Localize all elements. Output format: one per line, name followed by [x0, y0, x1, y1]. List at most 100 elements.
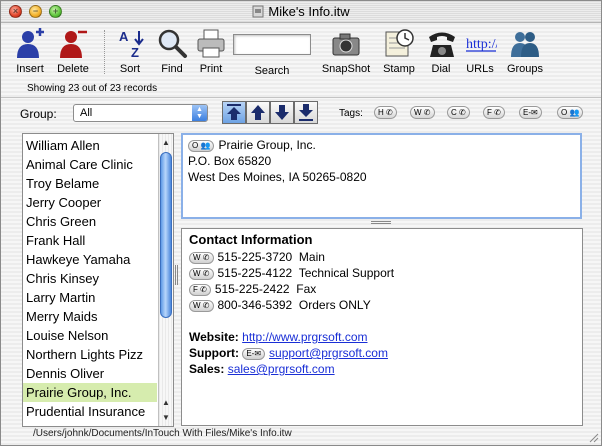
scroll-down-icon[interactable]: ▼ — [159, 411, 173, 425]
sales-row: Sales: sales@prgrsoft.com — [189, 361, 575, 377]
list-item[interactable]: Northern Lights Pizz — [23, 345, 157, 364]
phone-icon: ✆ — [386, 108, 393, 117]
list-item[interactable]: Hawkeye Yamaha — [23, 250, 157, 269]
snapshot-button[interactable]: SnapShot — [320, 28, 372, 75]
tag-home-button[interactable]: H ✆ — [374, 106, 397, 119]
list-item-selected[interactable]: Prairie Group, Inc. — [23, 383, 157, 402]
phone-icon: ✆ — [423, 108, 431, 117]
move-up-button[interactable] — [246, 101, 270, 124]
tag-email-button[interactable]: E-✉ — [519, 106, 542, 119]
group-select[interactable]: All ▲ ▼ — [73, 104, 208, 122]
toolbar-divider — [1, 97, 601, 98]
address-name-row: O 👥 Prairie Group, Inc. — [188, 137, 575, 153]
list-item[interactable]: Merry Maids — [23, 307, 157, 326]
list-item[interactable]: William Allen — [23, 136, 157, 155]
chip-label: W — [193, 253, 201, 262]
tag-fax-label: F — [487, 108, 492, 117]
phone-icon — [429, 32, 455, 57]
arrow-down-icon — [275, 105, 289, 120]
stamp-button[interactable]: Stamp — [381, 28, 417, 75]
list-item[interactable]: Larry Martin — [23, 288, 157, 307]
sales-email-link[interactable]: sales@prgrsoft.com — [228, 362, 335, 376]
scroll-up-icon[interactable]: ▲ — [159, 136, 173, 150]
phone-icon: ✆ — [459, 108, 466, 117]
scroll-up-icon[interactable]: ▲ — [159, 396, 173, 410]
phone-number: 515-225-2422 — [214, 282, 290, 296]
insert-button[interactable]: Insert — [13, 28, 47, 75]
phone-icon: ✆ — [202, 269, 210, 278]
sort-label: Sort — [119, 63, 141, 75]
contact-list[interactable]: William Allen Animal Care Clinic Troy Be… — [22, 133, 174, 427]
tag-home-label: H — [378, 108, 384, 117]
groups-button[interactable]: Groups — [504, 28, 546, 75]
add-person-icon — [17, 28, 44, 58]
phone-icon: ✆ — [200, 285, 207, 294]
work-phone-chip[interactable]: W ✆ — [189, 268, 214, 280]
support-label: Support: — [189, 346, 239, 360]
find-label: Find — [161, 63, 183, 75]
list-scroll-thumb[interactable] — [160, 152, 172, 318]
tag-cell-label: C — [451, 108, 457, 117]
website-link[interactable]: http://www.prgrsoft.com — [242, 330, 367, 344]
tag-work-button[interactable]: W ✆ — [410, 106, 435, 119]
tag-other-label: O — [561, 108, 568, 117]
list-item[interactable]: Chris Kinsey — [23, 269, 157, 288]
delete-button[interactable]: Delete — [55, 28, 91, 75]
address-name: Prairie Group, Inc. — [218, 138, 316, 152]
url-link-icon: http:// — [466, 37, 497, 52]
arrow-up-icon — [251, 105, 265, 120]
chip-label: W — [193, 301, 201, 310]
work-phone-chip[interactable]: W ✆ — [189, 300, 214, 312]
pane-splitter-vertical[interactable] — [174, 265, 180, 285]
other-tag-chip[interactable]: O 👥 — [188, 140, 215, 152]
phone-row: W ✆ 800-346-5392 Orders ONLY — [189, 297, 575, 313]
phone-label: Orders ONLY — [298, 298, 371, 312]
email-tag-chip[interactable]: E-✉ — [242, 348, 266, 360]
sort-button[interactable]: A Z Sort — [115, 28, 145, 75]
svg-text:http://: http:// — [466, 37, 497, 52]
find-button[interactable]: Find — [156, 28, 188, 75]
list-scrollbar[interactable]: ▲ ▲ ▼ — [158, 134, 173, 426]
address-pane[interactable]: O 👥 Prairie Group, Inc. P.O. Box 65820 We… — [181, 133, 582, 219]
work-phone-chip[interactable]: W ✆ — [189, 252, 214, 264]
list-item[interactable]: Troy Belame — [23, 174, 157, 193]
move-down-button[interactable] — [270, 101, 294, 124]
toolbar: Insert Delete A Z Sort Find Print Search… — [1, 24, 601, 79]
list-item[interactable]: Jerry Cooper — [23, 193, 157, 212]
magnifier-icon — [158, 29, 187, 58]
sort-az-icon: A Z — [119, 29, 144, 60]
arrow-bottom-icon — [299, 104, 313, 121]
tag-cell-button[interactable]: C ✆ — [447, 106, 470, 119]
dial-button[interactable]: Dial — [426, 28, 456, 75]
fax-phone-chip[interactable]: F ✆ — [189, 284, 211, 296]
list-item[interactable]: Dennis Oliver — [23, 364, 157, 383]
file-path: /Users/johnk/Documents/InTouch With File… — [33, 428, 292, 439]
tag-email-label: E- — [523, 108, 531, 117]
other-tag-label: O — [192, 141, 199, 150]
support-email-link[interactable]: support@prgrsoft.com — [269, 346, 388, 360]
print-button[interactable]: Print — [195, 28, 227, 75]
move-to-top-button[interactable] — [222, 101, 246, 124]
group-people-icon: 👥 — [569, 108, 580, 117]
website-row: Website: http://www.prgrsoft.com — [189, 329, 575, 345]
contact-info-pane[interactable]: Contact Information W ✆ 515-225-3720 Main… — [181, 228, 583, 426]
list-item[interactable]: Louise Nelson — [23, 326, 157, 345]
toolbar-separator — [104, 30, 105, 74]
calendar-clock-icon — [385, 29, 414, 57]
list-item[interactable]: Prudential Insurance — [23, 402, 157, 421]
move-to-bottom-button[interactable] — [294, 101, 318, 124]
list-item[interactable]: Chris Green — [23, 212, 157, 231]
group-people-icon — [511, 32, 539, 57]
urls-button[interactable]: http:// URLs — [465, 28, 497, 75]
tag-other-button[interactable]: O 👥 — [557, 106, 584, 119]
search-input[interactable] — [233, 34, 311, 55]
camera-icon — [332, 33, 360, 56]
resize-grip-icon[interactable] — [587, 431, 599, 443]
pane-splitter-horizontal[interactable] — [371, 220, 391, 225]
list-item[interactable]: Frank Hall — [23, 231, 157, 250]
tag-fax-button[interactable]: F ✆ — [483, 106, 505, 119]
list-item[interactable]: Animal Care Clinic — [23, 155, 157, 174]
phone-icon: ✆ — [494, 108, 501, 117]
support-row: Support: E-✉ support@prgrsoft.com — [189, 345, 575, 361]
